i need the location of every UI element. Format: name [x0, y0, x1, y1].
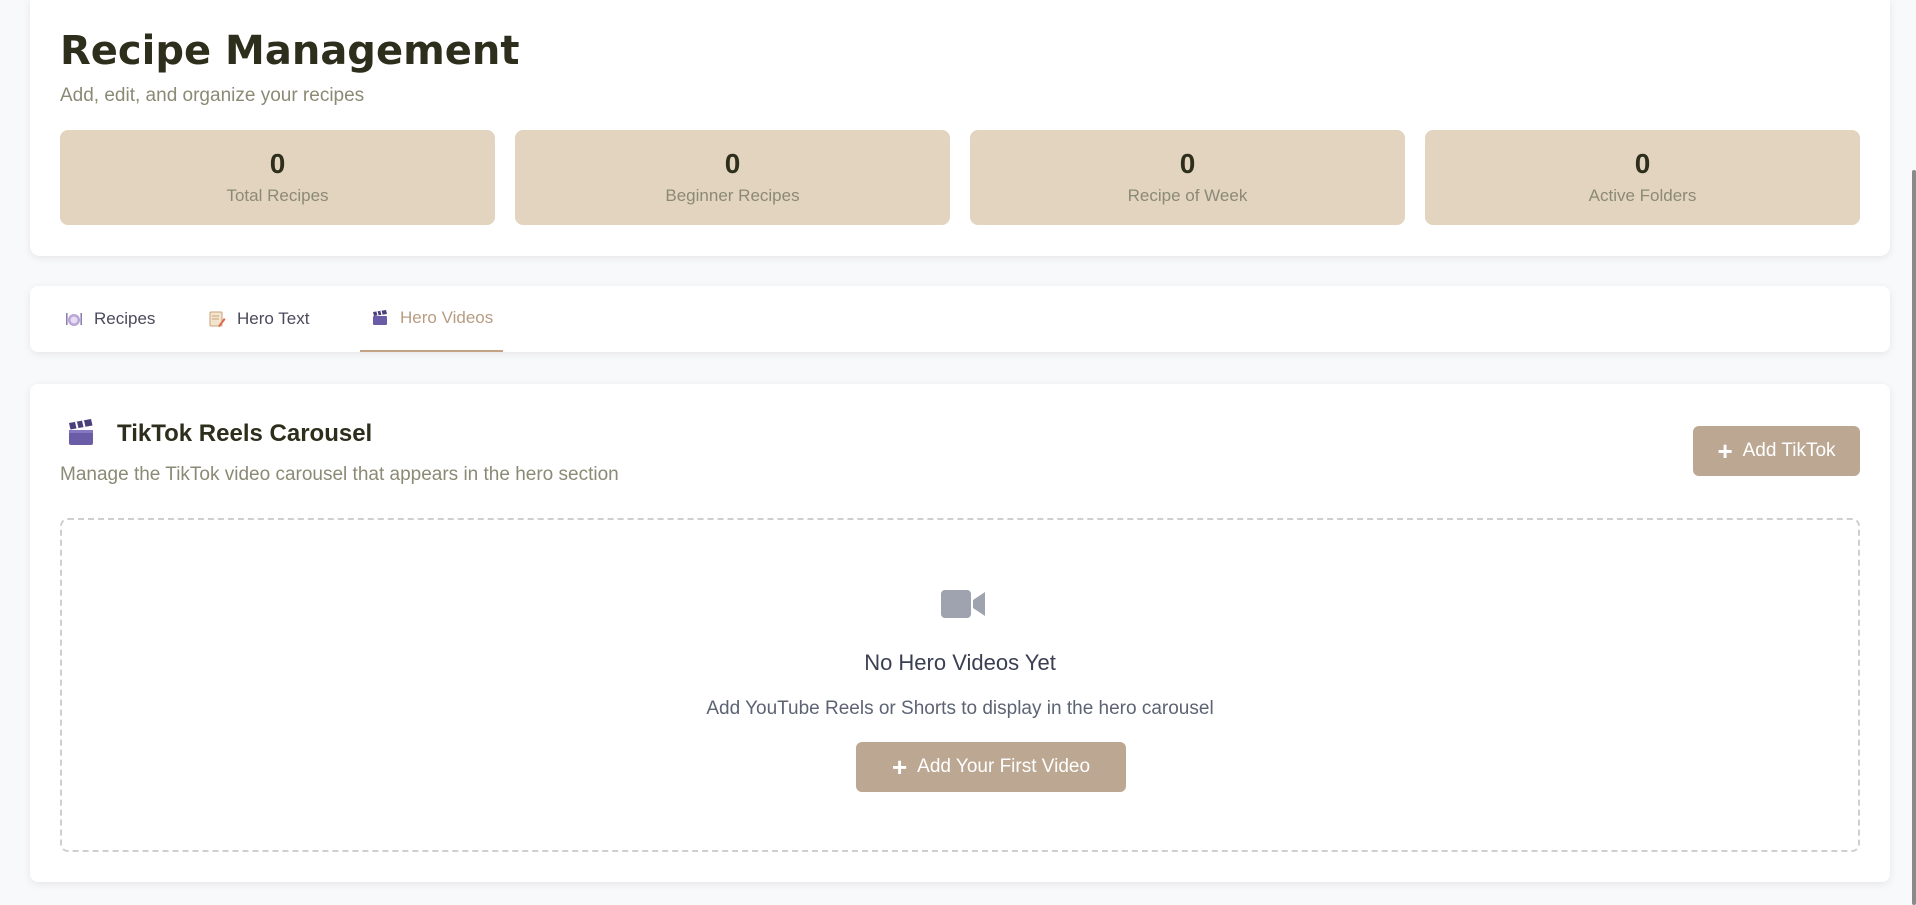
tab-label: Hero Videos [400, 308, 494, 327]
stat-card-recipe-of-week: 0 Recipe of Week [970, 130, 1405, 225]
stats-row: 0 Total Recipes 0 Beginner Recipes 0 Rec… [60, 130, 1860, 225]
tab-hero-text[interactable]: Hero Text [197, 286, 319, 352]
empty-state-title: No Hero Videos Yet [864, 650, 1056, 675]
tab-bar: Recipes Hero Text Hero Videos [30, 286, 1890, 352]
scrollbar[interactable] [1912, 170, 1916, 905]
section-subtitle: Manage the TikTok video carousel that ap… [60, 464, 619, 485]
stat-value: 0 [1634, 148, 1651, 180]
stat-value: 0 [1179, 148, 1196, 180]
page: Recipe Management Add, edit, and organiz… [0, 0, 1916, 905]
stat-label: Beginner Recipes [665, 185, 800, 205]
stat-card-beginner-recipes: 0 Beginner Recipes [515, 130, 950, 225]
stat-card-total-recipes: 0 Total Recipes [60, 130, 495, 225]
stat-label: Active Folders [1588, 185, 1697, 205]
button-label: Add TikTok [1742, 440, 1836, 461]
hero-videos-panel: TikTok Reels Carousel Manage the TikTok … [30, 384, 1890, 882]
header-card: Recipe Management Add, edit, and organiz… [30, 0, 1890, 256]
tab-hero-videos[interactable]: Hero Videos [360, 286, 504, 352]
stat-label: Recipe of Week [1127, 185, 1248, 205]
page-subtitle: Add, edit, and organize your recipes [60, 85, 365, 106]
clapper-icon [370, 308, 390, 328]
stat-label: Total Recipes [226, 185, 329, 205]
empty-state-message: Add YouTube Reels or Shorts to display i… [706, 698, 1214, 719]
empty-state: No Hero Videos Yet Add YouTube Reels or … [60, 518, 1860, 852]
button-label: Add Your First Video [917, 756, 1091, 777]
tab-label: Recipes [94, 309, 156, 328]
plus-icon: + [1717, 436, 1733, 466]
tab-recipes[interactable]: Recipes [54, 286, 165, 352]
add-tiktok-button[interactable]: + Add TikTok [1693, 426, 1860, 476]
video-camera-icon [939, 586, 987, 622]
page-title: Recipe Management [60, 28, 520, 74]
stat-value: 0 [269, 148, 286, 180]
stat-value: 0 [724, 148, 741, 180]
section-title: TikTok Reels Carousel [117, 420, 373, 447]
clapper-icon [66, 418, 96, 448]
tab-label: Hero Text [237, 309, 310, 328]
stat-card-active-folders: 0 Active Folders [1425, 130, 1860, 225]
plus-icon: + [891, 752, 908, 782]
add-first-video-button[interactable]: + Add Your First Video [856, 742, 1126, 792]
plate-icon [64, 309, 84, 329]
memo-icon [207, 309, 227, 329]
